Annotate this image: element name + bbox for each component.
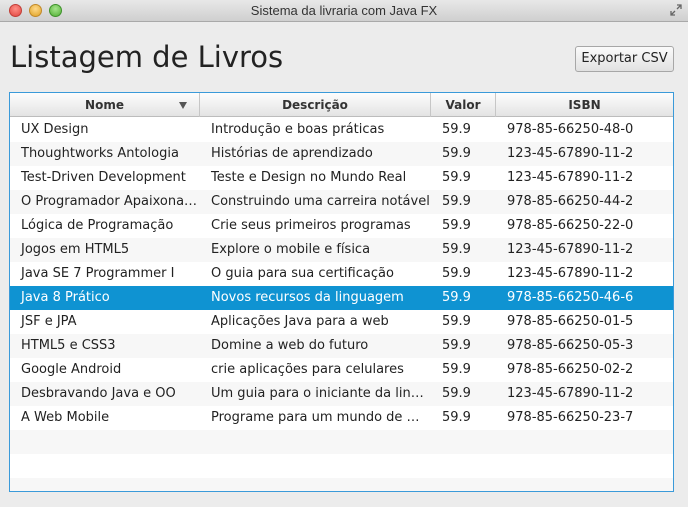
cell-isbn: 978-85-66250-22-0 bbox=[507, 218, 634, 233]
cell-nome: HTML5 e CSS3 bbox=[21, 338, 116, 353]
cell-nome: Thoughtworks Antologia bbox=[21, 146, 179, 161]
cell-isbn: 978-85-66250-48-0 bbox=[507, 122, 634, 137]
cell-isbn: 123-45-67890-11-2 bbox=[507, 242, 634, 257]
cell-descricao: Domine a web do futuro bbox=[211, 338, 369, 353]
table-row[interactable]: Desbravando Java e OO Um guia para o inic… bbox=[10, 382, 673, 406]
cell-isbn: 978-85-66250-46-6 bbox=[507, 290, 634, 305]
cell-valor: 59.9 bbox=[442, 386, 471, 401]
cell-valor: 59.9 bbox=[442, 170, 471, 185]
empty-row bbox=[10, 430, 673, 454]
cell-nome: JSF e JPA bbox=[21, 314, 77, 329]
cell-isbn: 123-45-67890-11-2 bbox=[507, 386, 634, 401]
cell-descricao: Aplicações Java para a web bbox=[211, 314, 389, 329]
table-row[interactable]: Google Android crie aplicações para celul… bbox=[10, 358, 673, 382]
cell-descricao: Novos recursos da linguagem bbox=[211, 290, 404, 305]
cell-isbn: 978-85-66250-01-5 bbox=[507, 314, 634, 329]
cell-nome: Java 8 Prático bbox=[21, 290, 110, 305]
cell-valor: 59.9 bbox=[442, 194, 471, 209]
table-row[interactable]: O Programador Apaixonado Construindo uma … bbox=[10, 190, 673, 214]
cell-valor: 59.9 bbox=[442, 218, 471, 233]
cell-valor: 59.9 bbox=[442, 242, 471, 257]
cell-nome: Google Android bbox=[21, 362, 122, 377]
column-header-isbn[interactable]: ISBN bbox=[496, 93, 673, 117]
sort-descending-icon bbox=[179, 102, 187, 109]
cell-descricao: Explore o mobile e física bbox=[211, 242, 371, 257]
table-row[interactable]: Java 8 Prático Novos recursos da linguage… bbox=[10, 286, 673, 310]
cell-isbn: 123-45-67890-11-2 bbox=[507, 146, 634, 161]
cell-isbn: 123-45-67890-11-2 bbox=[507, 170, 634, 185]
empty-row bbox=[10, 454, 673, 478]
cell-valor: 59.9 bbox=[442, 314, 471, 329]
table-row[interactable]: Thoughtworks Antologia Histórias de apren… bbox=[10, 142, 673, 166]
export-csv-button[interactable]: Exportar CSV bbox=[575, 46, 674, 72]
window-titlebar: Sistema da livraria com Java FX bbox=[0, 0, 688, 22]
cell-isbn: 123-45-67890-11-2 bbox=[507, 266, 634, 281]
cell-descricao: Um guia para o iniciante da linguagem bbox=[211, 386, 431, 401]
cell-isbn: 978-85-66250-02-2 bbox=[507, 362, 634, 377]
table-row[interactable]: Lógica de Programação Crie seus primeiros… bbox=[10, 214, 673, 238]
cell-descricao: Crie seus primeiros programas bbox=[211, 218, 411, 233]
page-title: Listagem de Livros bbox=[10, 40, 284, 74]
cell-valor: 59.9 bbox=[442, 146, 471, 161]
column-header-descricao[interactable]: Descrição bbox=[200, 93, 431, 117]
cell-nome: A Web Mobile bbox=[21, 410, 110, 425]
cell-descricao: crie aplicações para celulares bbox=[211, 362, 404, 377]
fullscreen-icon[interactable] bbox=[670, 4, 682, 16]
cell-nome: Lógica de Programação bbox=[21, 218, 174, 233]
books-table[interactable]: Nome Descrição Valor ISBN UX Design Intro… bbox=[9, 92, 674, 492]
table-row[interactable]: Java SE 7 Programmer I O guia para sua ce… bbox=[10, 262, 673, 286]
column-header-nome[interactable]: Nome bbox=[10, 93, 200, 117]
cell-isbn: 978-85-66250-05-3 bbox=[507, 338, 634, 353]
cell-nome: Test-Driven Development bbox=[21, 170, 186, 185]
table-row[interactable]: Test-Driven Development Teste e Design no… bbox=[10, 166, 673, 190]
cell-descricao: Histórias de aprendizado bbox=[211, 146, 373, 161]
cell-isbn: 978-85-66250-44-2 bbox=[507, 194, 634, 209]
cell-valor: 59.9 bbox=[442, 122, 471, 137]
cell-valor: 59.9 bbox=[442, 338, 471, 353]
cell-nome: Desbravando Java e OO bbox=[21, 386, 176, 401]
cell-nome: Jogos em HTML5 bbox=[21, 242, 130, 257]
table-row[interactable]: Jogos em HTML5 Explore o mobile e física 5… bbox=[10, 238, 673, 262]
cell-nome: Java SE 7 Programmer I bbox=[21, 266, 175, 281]
table-header: Nome Descrição Valor ISBN bbox=[10, 93, 673, 117]
cell-descricao: Teste e Design no Mundo Real bbox=[211, 170, 407, 185]
column-header-label: Nome bbox=[85, 98, 124, 112]
window-title: Sistema da livraria com Java FX bbox=[250, 3, 438, 18]
cell-valor: 59.9 bbox=[442, 290, 471, 305]
table-row[interactable]: A Web Mobile Programe para um mundo de mu… bbox=[10, 406, 673, 430]
cell-descricao: Introdução e boas práticas bbox=[211, 122, 385, 137]
cell-isbn: 978-85-66250-23-7 bbox=[507, 410, 634, 425]
cell-valor: 59.9 bbox=[442, 410, 471, 425]
cell-valor: 59.9 bbox=[442, 362, 471, 377]
cell-descricao: O guia para sua certificação bbox=[211, 266, 394, 281]
cell-descricao: Construindo uma carreira notável bbox=[211, 194, 430, 209]
cell-valor: 59.9 bbox=[442, 266, 471, 281]
table-row[interactable]: JSF e JPA Aplicações Java para a web 59.9 9… bbox=[10, 310, 673, 334]
column-header-valor[interactable]: Valor bbox=[431, 93, 496, 117]
cell-descricao: Programe para um mundo de muitos disposi… bbox=[211, 410, 431, 425]
empty-row bbox=[10, 478, 673, 491]
table-row[interactable]: UX Design Introdução e boas práticas 59.9 9… bbox=[10, 118, 673, 142]
table-row[interactable]: HTML5 e CSS3 Domine a web do futuro 59.9 97… bbox=[10, 334, 673, 358]
cell-nome: O Programador Apaixonado bbox=[21, 194, 200, 209]
cell-nome: UX Design bbox=[21, 122, 89, 137]
